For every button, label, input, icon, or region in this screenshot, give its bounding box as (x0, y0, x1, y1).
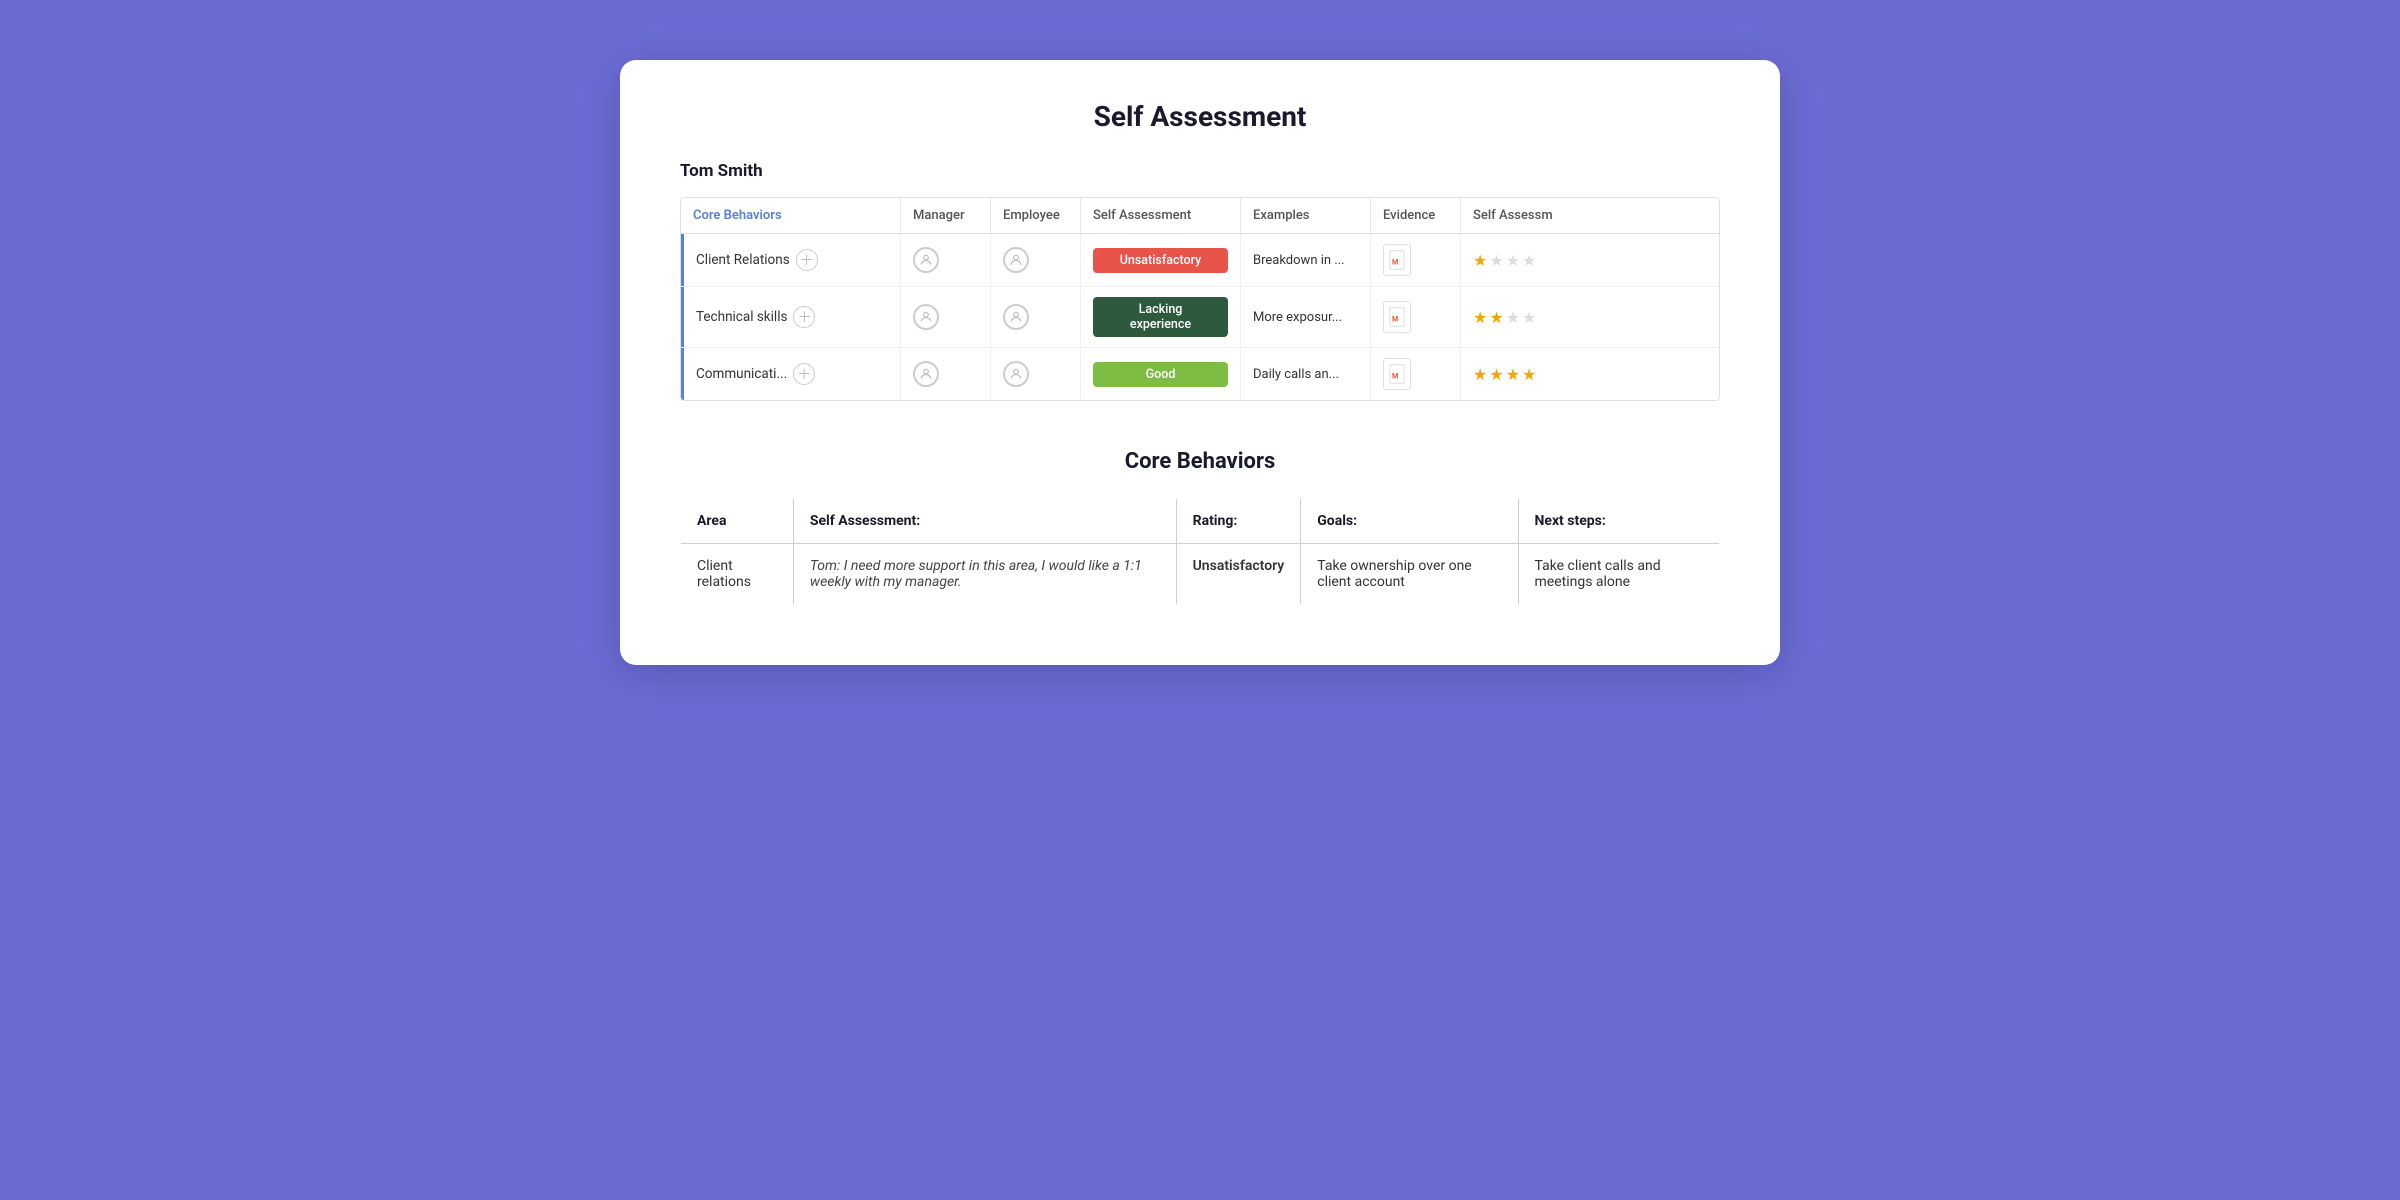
row-2-self-assessment: Lacking experience (1081, 287, 1241, 347)
row-3-manager (901, 348, 991, 400)
row-2-examples: More exposur... (1241, 287, 1371, 347)
col-next-steps: Next steps: (1518, 499, 1720, 544)
row-2-stars: ★ ★ ★ ★ (1461, 287, 1591, 347)
star-4: ★ (1522, 365, 1536, 384)
row-3-name: Communicati... ＋ (681, 348, 901, 400)
detail-table: Area Self Assessment: Rating: Goals: Nex… (680, 498, 1720, 605)
col-self-assessment: Self Assessment: (793, 499, 1176, 544)
detail-next-steps: Take client calls and meetings alone (1518, 544, 1720, 605)
badge-row2: Lacking experience (1093, 297, 1228, 337)
star-3: ★ (1506, 365, 1520, 384)
col-goals: Goals: (1301, 499, 1518, 544)
row-3-stars: ★ ★ ★ ★ (1461, 348, 1591, 400)
employee-avatar-row1 (1003, 247, 1029, 273)
badge-row3: Good (1093, 362, 1228, 387)
row-3-name-text: Communicati... (696, 366, 787, 382)
star-3: ★ (1506, 251, 1520, 270)
col-header-self-assessm: Self Assessm (1461, 198, 1591, 233)
star-4: ★ (1522, 251, 1536, 270)
table-row: Technical skills ＋ Lacking experience Mo… (681, 287, 1719, 348)
row-1-evidence: M (1371, 234, 1461, 286)
col-area: Area (681, 499, 794, 544)
table-row: Communicati... ＋ Good Daily calls an... … (681, 348, 1719, 400)
col-header-examples: Examples (1241, 198, 1371, 233)
row-2-name: Technical skills ＋ (681, 287, 901, 347)
row-1-name-text: Client Relations (696, 252, 790, 268)
row-1-examples: Breakdown in ... (1241, 234, 1371, 286)
detail-goals: Take ownership over one client account (1301, 544, 1518, 605)
table-row: Client Relations ＋ Unsatisfactory Breakd… (681, 234, 1719, 287)
page-title: Self Assessment (680, 100, 1720, 133)
doc-icon-row3[interactable]: M (1383, 358, 1411, 390)
employee-name: Tom Smith (680, 161, 1720, 181)
col-header-evidence: Evidence (1371, 198, 1461, 233)
manager-avatar-row2 (913, 304, 939, 330)
stars-row2: ★ ★ ★ ★ (1473, 308, 1536, 327)
svg-text:M: M (1392, 371, 1398, 380)
row-2-manager (901, 287, 991, 347)
detail-area: Client relations (681, 544, 794, 605)
row-1-manager (901, 234, 991, 286)
row-3-employee (991, 348, 1081, 400)
row-3-examples: Daily calls an... (1241, 348, 1371, 400)
manager-avatar-row1 (913, 247, 939, 273)
detail-table-row: Client relations Tom: I need more suppor… (681, 544, 1720, 605)
star-4: ★ (1522, 308, 1536, 327)
col-rating: Rating: (1176, 499, 1301, 544)
stars-row3: ★ ★ ★ ★ (1473, 365, 1536, 384)
add-icon-row3[interactable]: ＋ (793, 363, 815, 385)
svg-text:M: M (1392, 314, 1398, 323)
spreadsheet-table: Core Behaviors Manager Employee Self Ass… (680, 197, 1720, 401)
star-1: ★ (1473, 365, 1487, 384)
col-header-employee: Employee (991, 198, 1081, 233)
employee-avatar-row3 (1003, 361, 1029, 387)
spreadsheet-header: Core Behaviors Manager Employee Self Ass… (681, 198, 1719, 234)
stars-row1: ★ ★ ★ ★ (1473, 251, 1536, 270)
star-3: ★ (1506, 308, 1520, 327)
main-card: Self Assessment Tom Smith Core Behaviors… (620, 60, 1780, 665)
add-icon-row1[interactable]: ＋ (796, 249, 818, 271)
detail-rating: Unsatisfactory (1176, 544, 1301, 605)
row-1-stars: ★ ★ ★ ★ (1461, 234, 1591, 286)
row-1-name: Client Relations ＋ (681, 234, 901, 286)
star-2: ★ (1489, 251, 1503, 270)
row-1-self-assessment: Unsatisfactory (1081, 234, 1241, 286)
col-header-self-assessment: Self Assessment (1081, 198, 1241, 233)
row-2-employee (991, 287, 1081, 347)
section-title: Core Behaviors (680, 449, 1720, 474)
row-2-name-text: Technical skills (696, 309, 787, 325)
svg-text:M: M (1392, 257, 1398, 266)
col-header-core-behaviors: Core Behaviors (681, 198, 901, 233)
badge-row1: Unsatisfactory (1093, 248, 1228, 273)
doc-icon-row1[interactable]: M (1383, 244, 1411, 276)
star-1: ★ (1473, 251, 1487, 270)
detail-self-assessment: Tom: I need more support in this area, I… (793, 544, 1176, 605)
detail-table-header-row: Area Self Assessment: Rating: Goals: Nex… (681, 499, 1720, 544)
manager-avatar-row3 (913, 361, 939, 387)
star-2: ★ (1489, 308, 1503, 327)
star-1: ★ (1473, 308, 1487, 327)
row-1-employee (991, 234, 1081, 286)
doc-icon-row2[interactable]: M (1383, 301, 1411, 333)
employee-avatar-row2 (1003, 304, 1029, 330)
add-icon-row2[interactable]: ＋ (793, 306, 815, 328)
star-2: ★ (1489, 365, 1503, 384)
row-2-evidence: M (1371, 287, 1461, 347)
row-3-evidence: M (1371, 348, 1461, 400)
col-header-manager: Manager (901, 198, 991, 233)
row-3-self-assessment: Good (1081, 348, 1241, 400)
